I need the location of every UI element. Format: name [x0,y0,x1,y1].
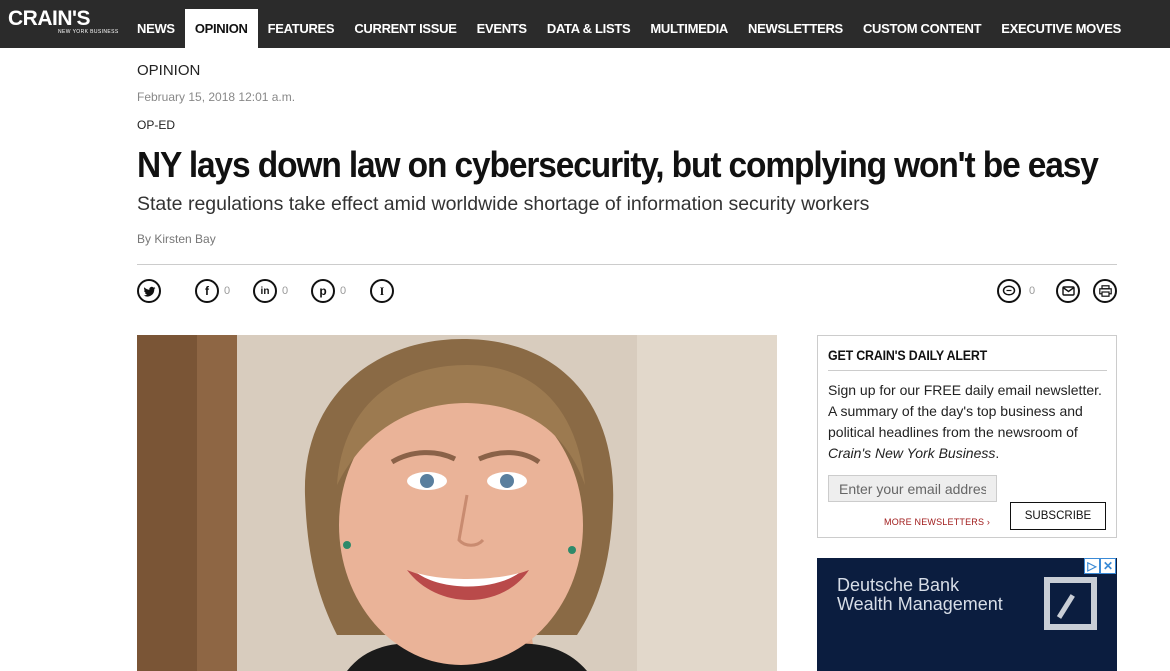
pinterest-icon: p [311,279,335,303]
email-button[interactable] [1056,279,1080,303]
newsletter-description: Sign up for our FREE daily email newslet… [828,380,1110,464]
nav-menu: NEWS OPINION FEATURES CURRENT ISSUE EVEN… [127,9,1131,48]
article-kicker[interactable]: OP-ED [137,118,175,132]
nav-item-data-lists[interactable]: DATA & LISTS [537,9,641,48]
logo-subtitle: NEW YORK BUSINESS [58,29,119,35]
nav-item-newsletters[interactable]: NEWSLETTERS [738,9,853,48]
email-input[interactable] [828,475,997,502]
twitter-icon [137,279,161,303]
ad-line-2: Wealth Management [837,594,1003,614]
nav-item-events[interactable]: EVENTS [467,9,537,48]
more-newsletters-link[interactable]: MORE NEWSLETTERS › [884,517,990,527]
share-instapaper-button[interactable]: I [370,279,394,303]
print-button[interactable] [1093,279,1117,303]
newsletter-divider [828,370,1107,371]
pinterest-count: 0 [340,285,347,297]
subscribe-button[interactable]: SUBSCRIBE [1010,502,1106,530]
linkedin-count: 0 [282,285,289,297]
article-byline: By Kirsten Bay [137,232,216,246]
divider [137,264,1117,265]
newsletter-text-end: . [995,445,1000,461]
ad-close-icon[interactable]: ✕ [1100,558,1116,574]
crains-logo[interactable]: CRAIN'S NEW YORK BUSINESS [8,7,118,35]
share-facebook-button[interactable]: f 0 [195,279,230,303]
article-photo [137,335,777,671]
comments-count: 0 [1029,285,1036,297]
top-nav: CRAIN'S NEW YORK BUSINESS NEWS OPINION F… [0,0,1170,48]
article-subhead: State regulations take effect amid world… [137,193,870,215]
comment-icon [997,279,1021,303]
newsletter-signup: GET CRAIN'S DAILY ALERT Sign up for our … [817,335,1117,538]
share-pinterest-button[interactable]: p 0 [311,279,346,303]
logo-text: CRAIN'S [8,7,91,30]
linkedin-icon: in [253,279,277,303]
share-linkedin-button[interactable]: in 0 [253,279,288,303]
comments-button[interactable]: 0 [997,279,1035,303]
print-icon [1093,279,1117,303]
adchoices-badge[interactable]: ▷ ✕ [1084,558,1116,574]
instapaper-icon: I [370,279,394,303]
email-icon [1056,279,1080,303]
deutsche-bank-logo-icon [1044,577,1097,630]
facebook-icon: f [195,279,219,303]
nav-item-custom-content[interactable]: CUSTOM CONTENT [853,9,991,48]
adchoices-icon[interactable]: ▷ [1084,558,1100,574]
article-headline: NY lays down law on cybersecurity, but c… [137,144,1099,185]
newsletter-text: Sign up for our FREE daily email newslet… [828,382,1102,440]
publish-date: February 15, 2018 12:01 a.m. [137,90,296,104]
nav-item-multimedia[interactable]: MULTIMEDIA [640,9,738,48]
newsletter-pub-name: Crain's New York Business [828,445,996,461]
nav-item-executive-moves[interactable]: EXECUTIVE MOVES [991,9,1131,48]
share-twitter-button[interactable] [137,279,161,303]
newsletter-title: GET CRAIN'S DAILY ALERT [828,348,988,363]
ad-text: Deutsche Bank Wealth Management [837,576,1003,614]
section-label[interactable]: OPINION [137,62,200,79]
nav-item-current-issue[interactable]: CURRENT ISSUE [344,9,466,48]
nav-item-features[interactable]: FEATURES [258,9,345,48]
ad-line-1: Deutsche Bank [837,575,960,595]
facebook-count: 0 [224,285,231,297]
nav-item-opinion[interactable]: OPINION [184,9,258,48]
nav-item-news[interactable]: NEWS [127,9,185,48]
deutsche-bank-ad[interactable]: Deutsche Bank Wealth Management ▷ ✕ [817,558,1117,671]
